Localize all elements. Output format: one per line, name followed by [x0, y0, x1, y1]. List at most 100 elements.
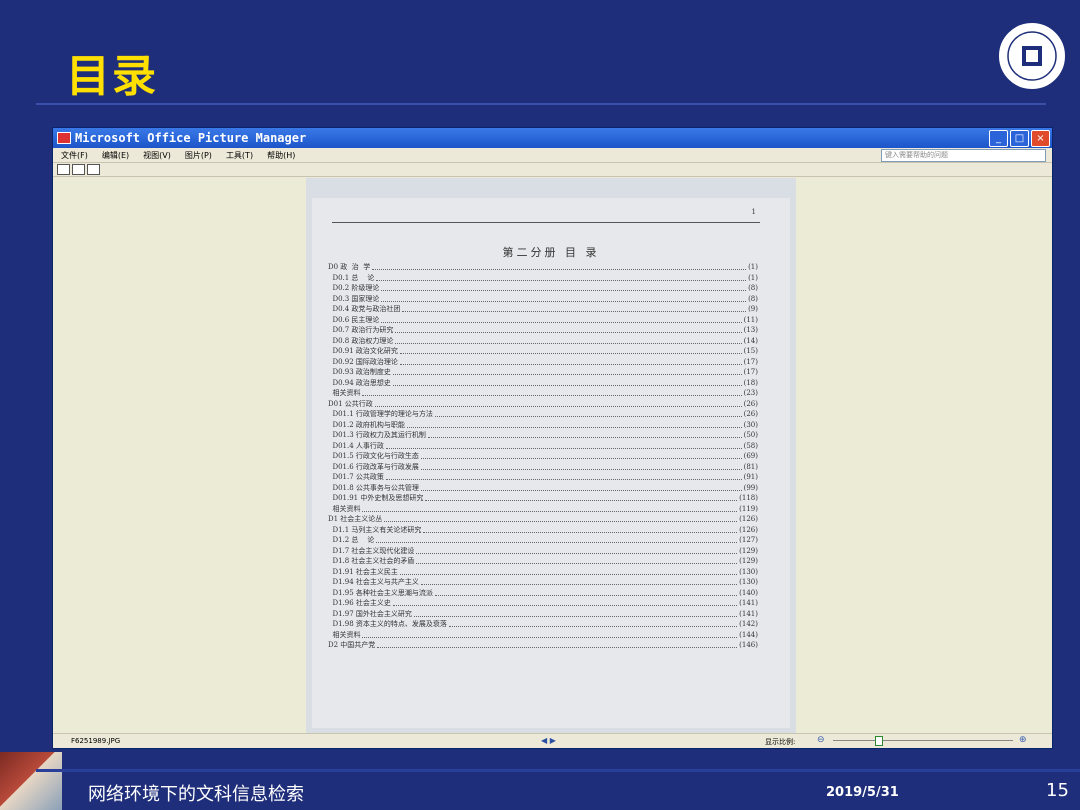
toc-entry-label: D01.1 行政管理学的理论与方法 [328, 410, 433, 419]
toc-entry: D0.91 政治文化研究 (15) [328, 346, 758, 357]
document-photo: 1 第二分册 目 录 D0 政 治 学 (1) D0.1 总 论 (1) D0.2 … [306, 178, 796, 734]
toc-entry-label: D0.93 政治制度史 [328, 368, 391, 377]
toc-entry-label: D01.7 公共政策 [328, 473, 384, 482]
toc-leader-dots [416, 548, 738, 554]
menu-edit[interactable]: 编辑(E) [102, 150, 129, 161]
toc-entry: 相关资料 (144) [328, 630, 758, 641]
toc-leader-dots [402, 306, 747, 313]
toc-entry: D01.1 行政管理学的理论与方法 (26) [328, 409, 758, 420]
toc-entry-page: (13) [743, 326, 758, 335]
toc-entry-page: (1) [748, 273, 758, 282]
toc-entry-label: D1.7 社会主义现代化建设 [328, 546, 415, 555]
minimize-button[interactable]: _ [989, 129, 1008, 147]
menu-file[interactable]: 文件(F) [61, 150, 88, 161]
toc-entry-page: (130) [739, 567, 758, 576]
toc-entry-label: D01.5 行政文化与行政生态 [328, 452, 419, 461]
toc-entry-label: D0.91 政治文化研究 [328, 347, 398, 356]
university-seal-icon [997, 21, 1067, 91]
toc-entry-label: D1.95 各种社会主义思潮与流派 [328, 588, 433, 597]
toc-leader-dots [372, 264, 747, 271]
help-search-input[interactable]: 键入需要帮助的问题 [881, 149, 1046, 162]
toc-entry-page: (30) [743, 420, 758, 429]
document-page-number: 1 [751, 208, 756, 216]
toc-entry-page: (119) [739, 504, 758, 513]
toc-entry: D1.2 总 论 (127) [328, 535, 758, 546]
toc-entry-page: (99) [743, 483, 758, 492]
toc-leader-dots [392, 380, 742, 386]
toc-leader-dots [377, 642, 738, 649]
menu-tools[interactable]: 工具(T) [226, 150, 253, 161]
toc-entry-label: D0.8 政治权力理论 [328, 336, 394, 345]
toc-entry: D1.98 资本主义的特点、发展及衰落 (142) [328, 619, 758, 630]
toc-entry-label: D1.96 社会主义史 [328, 599, 391, 608]
zoom-in-icon[interactable]: ⊕ [1019, 735, 1027, 745]
toc-entry-label: D0.4 政党与政治社团 [328, 305, 401, 314]
toc-leader-dots [423, 527, 738, 533]
toc-entry-label: D1.91 社会主义民主 [328, 567, 398, 576]
toc-leader-dots [376, 275, 747, 281]
toc-entry: D0.92 国际政治理论 (17) [328, 357, 758, 368]
menu-view[interactable]: 视图(V) [143, 150, 171, 161]
menu-picture[interactable]: 图片(P) [185, 150, 212, 161]
toc-entry-page: (141) [739, 599, 758, 608]
image-nav-buttons[interactable]: ◀ ▶ [541, 736, 556, 745]
toc-entry: D01.2 政府机构与职能 (30) [328, 420, 758, 431]
toc-entry-page: (1) [748, 263, 758, 272]
zoom-slider-handle[interactable] [875, 736, 883, 746]
toc-entry-label: D1.97 国外社会主义研究 [328, 609, 412, 618]
toc-leader-dots [434, 411, 742, 418]
filmstrip-view-icon[interactable] [72, 164, 85, 175]
toc-leader-dots [399, 348, 742, 355]
thumbnail-view-icon[interactable] [57, 164, 70, 175]
document-header-rule [332, 222, 760, 223]
toc-entry-page: (118) [739, 494, 758, 503]
toc-leader-dots [395, 327, 742, 334]
footer-title: 网络环境下的文科信息检索 [88, 784, 304, 805]
toc-leader-dots [381, 296, 747, 302]
maximize-button[interactable]: □ [1010, 129, 1029, 147]
zoom-slider[interactable] [833, 740, 1013, 741]
zoom-out-icon[interactable]: ⊖ [817, 735, 825, 745]
toc-entry-label: 相关资料 [328, 630, 361, 639]
toc-entry-label: D01.91 中外史制及思想研究 [328, 494, 424, 503]
toc-leader-dots [376, 537, 738, 544]
toc-entry-label: D01 公共行政 [328, 399, 373, 408]
toc-entry: D0.8 政治权力理论 (14) [328, 336, 758, 347]
toc-leader-dots [362, 632, 738, 638]
toc-leader-dots [374, 401, 742, 407]
toc-leader-dots [381, 317, 742, 323]
toc-entry-page: (26) [743, 410, 758, 419]
toc-leader-dots [420, 453, 742, 460]
toc-entry: D0.2 阶级理论 (8) [328, 283, 758, 294]
toc-entry-page: (17) [743, 368, 758, 377]
toc-entry-page: (18) [743, 378, 758, 387]
toc-entry: D2 中国共产党 (146) [328, 640, 758, 651]
toc-entry-page: (129) [739, 557, 758, 566]
toc-entry: D01.91 中外史制及思想研究 (118) [328, 493, 758, 504]
toc-entry-label: D01.2 政府机构与职能 [328, 420, 405, 429]
toc-leader-dots [427, 432, 742, 439]
toc-entry: D01.7 公共政策 (91) [328, 472, 758, 483]
menu-help[interactable]: 帮助(H) [267, 150, 295, 161]
app-icon [57, 132, 71, 144]
toc-entry-label: D1.2 总 论 [328, 536, 375, 545]
toc-entry-label: D0.92 国际政治理论 [328, 357, 398, 366]
toc-leader-dots [420, 464, 742, 470]
toc-entry-page: (142) [739, 620, 758, 629]
toc-leader-dots [384, 516, 738, 523]
image-viewport: 1 第二分册 目 录 D0 政 治 学 (1) D0.1 总 论 (1) D0.2 … [53, 178, 1052, 734]
toc-entry: D1.97 国外社会主义研究 (141) [328, 609, 758, 620]
close-button[interactable]: × [1031, 129, 1050, 147]
toc-entry-label: D0.3 国家理论 [328, 294, 380, 303]
toc-entry-page: (126) [739, 525, 758, 534]
toc-entry-page: (81) [743, 462, 758, 471]
toc-entry-page: (129) [739, 546, 758, 555]
toc-entry-page: (8) [748, 294, 758, 303]
single-view-icon[interactable] [87, 164, 100, 175]
zoom-label: 显示比例: [765, 738, 796, 746]
toc-entry-label: D0.2 阶级理论 [328, 284, 380, 293]
toc-leader-dots [395, 338, 742, 344]
toc-entry-label: D2 中国共产党 [328, 641, 376, 650]
toc-entry-label: D0.94 政治思想史 [328, 378, 391, 387]
toc-entry-page: (130) [739, 578, 758, 587]
